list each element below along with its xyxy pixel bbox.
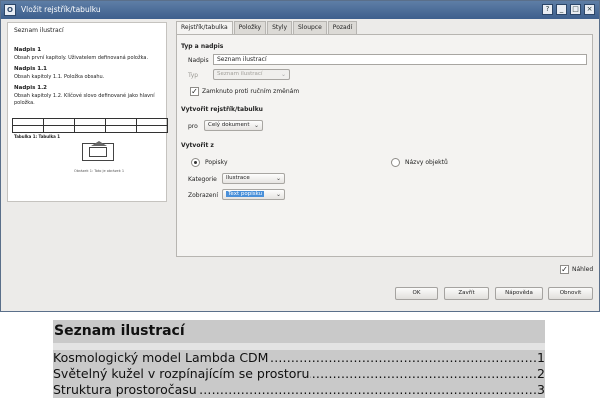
index-entry-2[interactable]: Světelný kužel v rozpínajícím se prostor…: [53, 366, 545, 382]
help-icon[interactable]: ?: [542, 4, 553, 15]
preview-text-2: Obsah kapitoly 1.1. Položka obsahu.: [14, 74, 105, 80]
scope-dropdown[interactable]: Celý dokument ⌄: [204, 120, 263, 131]
preview-image-caption: Obrázek 1: Toto je obrázek 1: [74, 169, 125, 173]
preview-heading-2: Nadpis 1.1: [14, 66, 48, 72]
tab-panel: Typ a nadpis Nadpis Seznam ilustrací Typ…: [176, 34, 593, 257]
document-index-entries: Kosmologický model Lambda CDM ..........…: [53, 350, 545, 398]
category-dropdown-value: Ilustrace: [226, 175, 250, 181]
chevron-down-icon: ⌄: [275, 175, 281, 182]
tab-columns[interactable]: Sloupce: [293, 21, 327, 34]
category-label: Kategorie: [188, 176, 217, 183]
ok-button[interactable]: OK: [395, 287, 438, 300]
close-icon[interactable]: ×: [584, 4, 595, 15]
index-entry-text: Kosmologický model Lambda CDM: [53, 350, 270, 366]
create-for-heading: Vytvořit rejstřík/tabulku: [181, 106, 263, 113]
index-entry-text: Světelný kužel v rozpínajícím se prostor…: [53, 366, 311, 382]
type-dropdown[interactable]: Seznam ilustrací ⌄: [213, 69, 290, 80]
insert-index-dialog: O Vložit rejstřík/tabulku ? _ □ × Seznam…: [0, 0, 600, 312]
preview-checkbox[interactable]: ✓: [560, 265, 569, 274]
document-index-title[interactable]: Seznam ilustrací: [53, 320, 545, 343]
preview-heading-1: Nadpis 1: [14, 47, 42, 53]
captions-label: Popisky: [205, 159, 228, 166]
display-dropdown[interactable]: Text popisku ⌄: [222, 189, 285, 200]
preview-label: Náhled: [572, 266, 594, 273]
index-entry-page: 3: [536, 382, 545, 398]
index-entry-3[interactable]: Struktura prostoročasu .................…: [53, 382, 545, 398]
preview-text-3: Obsah kapitoly 1.2. Klíčové slovo defino…: [14, 93, 155, 106]
tab-bar: Rejstřík/tabulka Položky Styly Sloupce P…: [176, 21, 358, 35]
checkmark-icon: ✓: [561, 265, 568, 274]
scope-dropdown-value: Celý dokument: [208, 122, 250, 128]
close-button[interactable]: Zavřít: [444, 287, 489, 300]
index-entry-page: 1: [536, 350, 545, 366]
display-dropdown-value: Text popisku: [226, 191, 265, 197]
tab-styles[interactable]: Styly: [267, 21, 293, 34]
type-section-heading: Typ a nadpis: [181, 43, 224, 50]
preview-title: Seznam ilustrací: [14, 27, 64, 34]
app-icon: O: [4, 4, 16, 16]
create-from-heading: Vytvořit z: [181, 142, 214, 149]
title-input[interactable]: Seznam ilustrací: [213, 54, 587, 65]
type-dropdown-value: Seznam ilustrací: [217, 71, 263, 77]
preview-image-frame: [82, 141, 114, 161]
display-label: Zobrazení: [188, 192, 219, 199]
object-names-label: Názvy objektů: [405, 159, 448, 166]
title-bar[interactable]: O Vložit rejstřík/tabulku ? _ □ ×: [1, 1, 599, 19]
chevron-down-icon: ⌄: [275, 191, 281, 198]
category-dropdown[interactable]: Ilustrace ⌄: [222, 173, 285, 184]
minimize-icon[interactable]: _: [556, 4, 567, 15]
index-entry-page: 2: [536, 366, 545, 382]
chevron-down-icon: ⌄: [253, 122, 259, 129]
index-entry-text: Struktura prostoročasu: [53, 382, 198, 398]
preview-heading-3: Nadpis 1.2: [14, 85, 48, 91]
preview-table-caption: Tabulka 1: Tabulka 1: [14, 134, 61, 139]
type-label: Typ: [188, 72, 199, 79]
tab-background[interactable]: Pozadí: [327, 21, 358, 34]
chevron-down-icon: ⌄: [280, 71, 286, 78]
window-title: Vložit rejstřík/tabulku: [21, 5, 101, 14]
maximize-icon[interactable]: □: [570, 4, 581, 15]
preview-pane: Seznam ilustrací Nadpis 1 Obsah první ka…: [7, 22, 168, 202]
preview-table: [12, 118, 168, 133]
reset-button[interactable]: Obnovit: [548, 287, 593, 300]
checkmark-icon: ✓: [191, 87, 198, 96]
index-entry-1[interactable]: Kosmologický model Lambda CDM ..........…: [53, 350, 545, 366]
help-button[interactable]: Nápověda: [495, 287, 543, 300]
document-index: Seznam ilustrací Kosmologický model Lamb…: [53, 320, 545, 398]
protect-label: Zamknuto proti ručním změnám: [202, 88, 300, 95]
tab-entries[interactable]: Položky: [233, 21, 267, 34]
object-names-radio[interactable]: [391, 158, 400, 167]
tab-index-table[interactable]: Rejstřík/tabulka: [176, 21, 233, 35]
protect-checkbox[interactable]: ✓: [190, 87, 199, 96]
preview-text-1: Obsah první kapitoly. Uživatelem definov…: [14, 55, 149, 61]
for-label: pro: [188, 123, 198, 130]
captions-radio[interactable]: [191, 158, 200, 167]
title-label: Nadpis: [188, 57, 209, 64]
